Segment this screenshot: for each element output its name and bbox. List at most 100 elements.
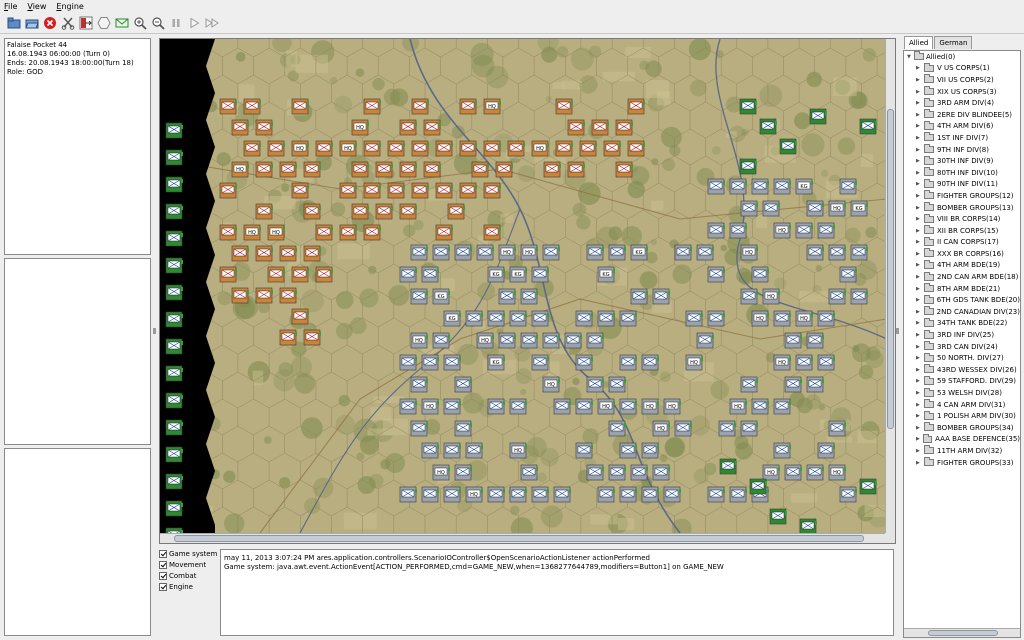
filter-combat[interactable]: Combat [159, 570, 219, 581]
tree-item[interactable]: ▶ 6TH GDS TANK BDE(20) [904, 294, 1020, 306]
unit-counter[interactable] [520, 464, 538, 481]
unit-counter[interactable]: HQ [267, 224, 285, 241]
unit-counter[interactable] [531, 354, 549, 371]
unit-counter[interactable] [435, 224, 453, 241]
unit-counter[interactable] [219, 266, 237, 283]
unit-counter[interactable] [498, 332, 516, 349]
unit-counter[interactable] [432, 244, 450, 261]
unit-counter[interactable] [603, 140, 621, 157]
checkbox[interactable] [159, 571, 167, 580]
tree-item[interactable]: ▶ 3RD INF DIV(25) [904, 329, 1020, 341]
unit-counter[interactable] [454, 244, 472, 261]
unit-counter[interactable] [165, 446, 183, 463]
tree-item[interactable]: ▶ 53 WELSH DIV(28) [904, 387, 1020, 399]
unit-counter[interactable] [619, 442, 637, 459]
unit-counter[interactable] [363, 98, 381, 115]
unit-counter[interactable] [255, 161, 273, 178]
unit-counter[interactable] [553, 398, 571, 415]
unit-counter[interactable] [411, 98, 429, 115]
tree-item[interactable]: ▶ XII BR CORPS(15) [904, 225, 1020, 237]
expand-icon[interactable]: ▶ [916, 123, 921, 129]
expand-icon[interactable]: ▶ [916, 297, 921, 303]
unit-counter[interactable] [608, 464, 626, 481]
unit-counter[interactable]: HQ [421, 398, 439, 415]
unit-counter[interactable]: HQ [773, 354, 791, 371]
unit-counter[interactable] [399, 486, 417, 503]
exit-button[interactable] [78, 15, 94, 31]
unit-counter[interactable] [363, 182, 381, 199]
unit-counter[interactable] [509, 310, 527, 327]
expand-icon[interactable]: ▶ [916, 402, 921, 408]
unit-counter[interactable] [652, 288, 670, 305]
expand-icon[interactable]: ▶ [916, 135, 921, 141]
unit-counter[interactable] [586, 332, 604, 349]
unit-counter[interactable] [303, 329, 321, 346]
unit-counter[interactable] [859, 118, 877, 135]
expand-icon[interactable]: ▶ [916, 262, 921, 268]
unit-counter[interactable] [291, 266, 309, 283]
tree-item[interactable]: ▶ FIGHTER GROUPS(12) [904, 190, 1020, 202]
zoom-out-button[interactable] [150, 15, 166, 31]
unit-counter[interactable]: KG [443, 310, 461, 327]
unit-counter[interactable] [608, 376, 626, 393]
unit-counter[interactable] [165, 473, 183, 490]
unit-counter[interactable] [495, 161, 513, 178]
unit-counter[interactable] [255, 245, 273, 262]
unit-counter[interactable] [663, 486, 681, 503]
unit-counter[interactable] [707, 310, 725, 327]
unit-counter[interactable] [255, 203, 273, 220]
tree-item[interactable]: ▶ 2ERE DIV BLINDEE(5) [904, 109, 1020, 121]
unit-counter[interactable] [165, 149, 183, 166]
unit-counter[interactable] [784, 376, 802, 393]
unit-counter[interactable] [520, 288, 538, 305]
unit-counter[interactable] [719, 458, 737, 475]
unit-counter[interactable] [739, 158, 757, 175]
play-button[interactable] [186, 15, 202, 31]
unit-counter[interactable] [608, 244, 626, 261]
unit-counter[interactable] [586, 464, 604, 481]
tree-item[interactable]: ▶ 30TH INF DIV(9) [904, 155, 1020, 167]
unit-counter[interactable]: HQ [685, 354, 703, 371]
expand-icon[interactable]: ▶ [916, 251, 921, 257]
unit-counter[interactable] [279, 329, 297, 346]
checkbox[interactable] [159, 549, 167, 558]
pause-button[interactable] [168, 15, 184, 31]
unit-counter[interactable] [627, 98, 645, 115]
unit-counter[interactable] [315, 266, 333, 283]
expand-icon[interactable]: ▶ [916, 181, 921, 187]
unit-counter[interactable] [423, 119, 441, 136]
unit-counter[interactable] [555, 140, 573, 157]
tree-item[interactable]: ▶ 4TH ARM DIV(6) [904, 120, 1020, 133]
unit-counter[interactable] [315, 224, 333, 241]
unit-counter[interactable] [555, 98, 573, 115]
unit-counter[interactable] [315, 140, 333, 157]
unit-counter[interactable] [615, 161, 633, 178]
unit-counter[interactable] [459, 98, 477, 115]
unit-counter[interactable] [483, 224, 501, 241]
unit-counter[interactable] [255, 119, 273, 136]
unit-counter[interactable] [859, 478, 877, 495]
unit-counter[interactable] [784, 464, 802, 481]
unit-counter[interactable]: HQ [828, 200, 846, 217]
tree-horizontal-scrollbar[interactable] [904, 628, 1020, 637]
tree-item[interactable]: ▶ VIII BR CORPS(14) [904, 213, 1020, 225]
unit-counter[interactable]: HQ [476, 332, 494, 349]
unit-counter[interactable] [630, 288, 648, 305]
unit-counter[interactable] [443, 354, 461, 371]
unit-counter[interactable]: HQ [351, 119, 369, 136]
unit-counter[interactable]: KG [630, 244, 648, 261]
unit-counter[interactable] [165, 392, 183, 409]
unit-counter[interactable] [165, 257, 183, 274]
map-horizontal-scrollbar[interactable] [160, 533, 887, 543]
unit-counter[interactable] [487, 398, 505, 415]
unit-counter[interactable]: HQ [542, 376, 560, 393]
unit-counter[interactable] [509, 398, 527, 415]
unit-counter[interactable] [839, 178, 857, 195]
unit-counter[interactable] [674, 244, 692, 261]
tree-item[interactable]: ▶ 1 POLISH ARM DIV(30) [904, 410, 1020, 422]
unit-counter[interactable] [165, 311, 183, 328]
unit-counter[interactable] [165, 500, 183, 517]
unit-counter[interactable] [165, 122, 183, 139]
unit-counter[interactable] [740, 420, 758, 437]
tree-item[interactable]: ▶ 9TH INF DIV(8) [904, 144, 1020, 156]
